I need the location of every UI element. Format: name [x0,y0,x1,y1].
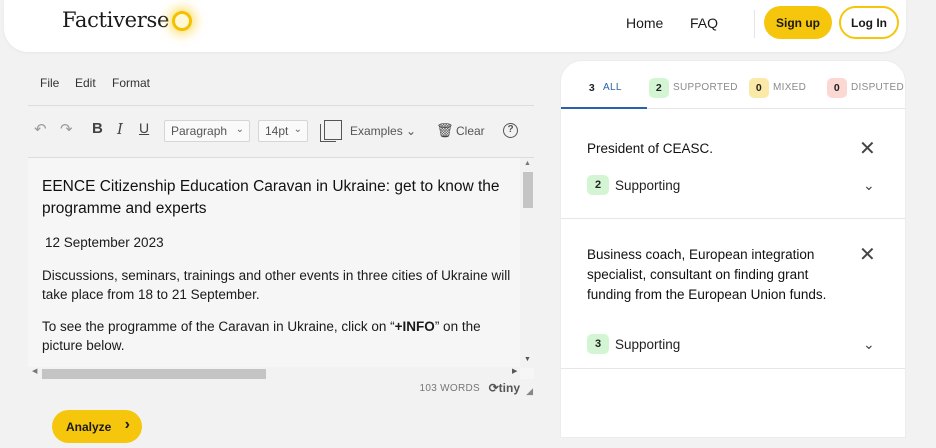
tab-count: 0 [827,78,847,98]
tab-label: SUPPORTED [673,82,738,93]
editor-menubar: File Edit Format [28,74,534,104]
filter-tabs: 3 ALL 2 SUPPORTED 0 MIXED 0 DISPUTED [561,61,905,109]
tab-all[interactable]: 3 ALL [585,78,622,98]
word-count: 103 WORDS [419,383,480,394]
scroll-left-arrow-icon[interactable]: ◀ [32,367,37,375]
claim-text: Business coach, European integration spe… [587,247,827,302]
underline-button[interactable]: U [139,120,149,136]
chevron-down-icon[interactable]: ⌄ [863,336,875,353]
italic-button[interactable]: I [117,120,123,138]
claims-panel: 3 ALL 2 SUPPORTED 0 MIXED 0 DISPUTED Preside… [560,60,906,438]
help-icon[interactable]: ? [503,123,518,138]
menubar-divider [28,105,534,106]
nav-faq-link[interactable]: FAQ [690,15,718,31]
tab-label: MIXED [773,82,807,93]
tab-disputed[interactable]: 0 DISPUTED [827,78,904,98]
login-button[interactable]: Log In [839,6,899,39]
examples-button[interactable]: Examples ⌄ [350,124,416,138]
tab-mixed[interactable]: 0 MIXED [749,78,806,98]
trash-icon[interactable]: 🗑 [436,122,454,139]
support-count-badge: 3 [587,334,609,354]
tiny-logo-text: tiny [498,381,520,395]
chevron-down-icon[interactable]: ⌄ [863,177,875,194]
paragraph-select[interactable]: Paragraph ⌄ [164,120,250,142]
chevron-down-icon: ⌄ [293,124,302,135]
menu-edit[interactable]: Edit [75,76,96,90]
editor-content[interactable]: EENCE Citizenship Education Caravan in U… [42,176,512,368]
sun-icon [172,11,192,31]
document-paragraph: To see the programme of the Caravan in U… [42,317,512,355]
redo-icon[interactable]: ↷ [60,120,73,138]
claim-card[interactable]: Business coach, European integration spe… [561,219,905,369]
bold-button[interactable]: B [92,120,103,137]
document-paragraph: Discussions, seminars, trainings and oth… [42,268,511,302]
horizontal-scroll-thumb[interactable] [42,369,266,379]
document-title: EENCE Citizenship Education Caravan in U… [42,178,500,217]
nav-home-link[interactable]: Home [626,15,663,31]
support-count-badge: 2 [587,175,609,195]
font-size-select[interactable]: 14pt ⌄ [258,120,308,142]
chevron-down-icon: ⌄ [406,124,417,138]
resize-handle-icon[interactable]: ◢ [526,386,533,397]
font-size-select-value: 14pt [265,124,289,138]
tab-count: 3 [588,82,596,94]
scroll-up-arrow-icon[interactable]: ▲ [524,160,531,167]
editor-area[interactable]: EENCE Citizenship Education Caravan in U… [28,157,534,379]
analyze-button[interactable]: Analyze › [52,410,142,443]
paragraph-bold-text: +INFO [394,319,435,334]
editor-toolbar: ↶ ↷ B I U Paragraph ⌄ 14pt ⌄ Examples ⌄ … [28,114,534,148]
claim-card[interactable]: President of CEASC. ✕ 2 Supporting ⌄ [561,109,905,219]
claim-text: President of CEASC. [587,141,714,156]
menu-format[interactable]: Format [112,76,150,90]
close-icon[interactable]: ✕ [859,245,876,265]
support-indicator: 3 Supporting [587,334,680,354]
support-indicator: 2 Supporting [587,175,680,195]
tab-count: 2 [649,78,669,98]
scroll-right-arrow-icon[interactable]: ▶ [512,367,517,375]
support-label: Supporting [615,336,681,352]
analyze-label: Analyze [66,419,112,434]
examples-label: Examples [350,124,403,138]
tab-supported[interactable]: 2 SUPPORTED [649,78,738,98]
support-label: Supporting [615,177,681,193]
nav-divider [754,10,755,38]
header: Factiverse Home FAQ Sign up Log In [4,0,906,52]
document-date: 12 September 2023 [45,235,164,250]
chevron-down-icon: ⌄ [235,124,244,135]
paragraph-select-value: Paragraph [171,124,228,138]
scroll-down-arrow-icon[interactable]: ▼ [524,356,531,363]
editor-status-bar: 103 WORDS ⟳tiny ◢ [28,381,534,398]
paragraph-text: To see the programme of the Caravan in U… [42,319,395,334]
logo[interactable]: Factiverse [62,8,169,32]
clear-button[interactable]: Clear [456,124,485,138]
close-icon[interactable]: ✕ [859,139,876,159]
chevron-right-icon: › [124,416,130,433]
examples-icon[interactable] [320,120,342,142]
signup-button[interactable]: Sign up [764,6,832,39]
menu-file[interactable]: File [40,76,59,90]
vertical-scroll-thumb[interactable] [523,172,533,208]
tab-label: DISPUTED [851,82,904,93]
tiny-logo[interactable]: ⟳tiny [489,381,520,395]
tab-count: 0 [749,78,769,98]
tab-label: ALL [603,82,622,93]
undo-icon[interactable]: ↶ [34,120,47,138]
